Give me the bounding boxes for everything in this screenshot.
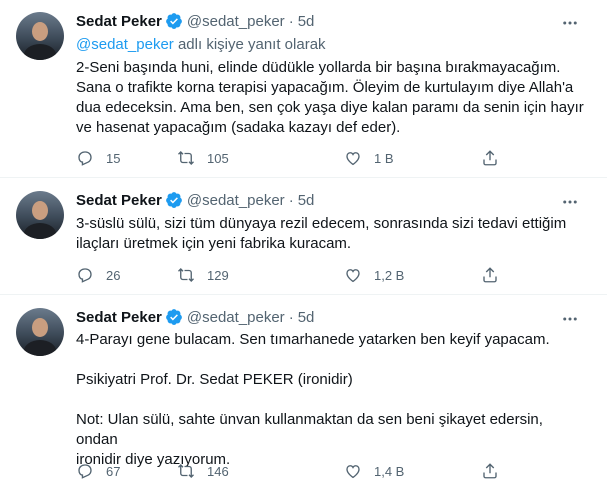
separator-dot: · bbox=[288, 12, 294, 30]
more-options-icon[interactable] bbox=[561, 193, 579, 211]
author-handle[interactable]: @sedat_peker bbox=[187, 309, 285, 326]
tweet-text: 2-Seni başında huni, elinde düdükle yoll… bbox=[76, 58, 586, 138]
separator-dot: · bbox=[288, 191, 294, 209]
share-icon bbox=[483, 267, 497, 283]
verified-badge-icon bbox=[166, 192, 182, 208]
retweet-count: 146 bbox=[207, 463, 229, 479]
tweet-text-line: dua edeceksin. Ama ben, sen çok yaşa diy… bbox=[76, 99, 584, 116]
tweet-text-line: Sana o trafikte korna terapisi yapacağım… bbox=[76, 79, 574, 96]
reply-count: 26 bbox=[106, 267, 121, 283]
reply-icon bbox=[78, 268, 92, 283]
tweet-actions: 67 146 1,4 B bbox=[76, 462, 516, 482]
more-options-icon[interactable] bbox=[561, 310, 579, 328]
heart-icon bbox=[346, 269, 360, 283]
like-count: 1,4 B bbox=[374, 463, 405, 479]
tweet-text-line: ilaçları üretmek için yeni fabrika kurac… bbox=[76, 235, 352, 252]
retweet-icon bbox=[178, 151, 194, 165]
reply-count: 67 bbox=[106, 463, 121, 479]
retweet-button[interactable]: 105 bbox=[177, 149, 229, 167]
author-name[interactable]: Sedat Peker bbox=[76, 309, 162, 326]
tweet-text-line bbox=[76, 350, 586, 370]
retweet-button[interactable]: 129 bbox=[177, 266, 229, 284]
share-button[interactable] bbox=[481, 266, 499, 289]
share-button[interactable] bbox=[481, 149, 499, 172]
share-icon bbox=[483, 150, 497, 166]
retweet-icon bbox=[178, 464, 194, 478]
reply-icon bbox=[78, 464, 92, 479]
author-name[interactable]: Sedat Peker bbox=[76, 13, 162, 30]
verified-badge-icon bbox=[166, 13, 182, 29]
tweet-text: 3-süslü sülü, sizi tüm dünyaya rezil ede… bbox=[76, 214, 586, 254]
like-button[interactable]: 1 B bbox=[344, 149, 394, 167]
like-button[interactable]: 1,4 B bbox=[344, 462, 404, 480]
tweet-header: Sedat Peker @sedat_peker · 5d bbox=[76, 306, 314, 328]
tweet-header: Sedat Peker @sedat_peker · 5d bbox=[76, 189, 314, 211]
reply-mention-link[interactable]: @sedat_peker bbox=[76, 36, 174, 53]
reply-context: @sedat_peker adlı kişiye yanıt olarak bbox=[76, 36, 326, 53]
author-handle[interactable]: @sedat_peker bbox=[187, 192, 285, 209]
tweet-actions: 15 105 1 B bbox=[76, 149, 516, 169]
timestamp[interactable]: 5d bbox=[298, 13, 315, 30]
reply-button[interactable]: 15 bbox=[76, 149, 120, 167]
tweet-text-line: 2-Seni başında huni, elinde düdükle yoll… bbox=[76, 59, 561, 76]
share-button[interactable] bbox=[481, 462, 499, 485]
timestamp[interactable]: 5d bbox=[298, 309, 315, 326]
avatar[interactable] bbox=[16, 308, 64, 356]
share-icon bbox=[483, 463, 497, 479]
tweet-text: 4-Parayı gene bulacam. Sen tımarhanede y… bbox=[76, 330, 586, 470]
retweet-icon bbox=[178, 268, 194, 282]
tweet[interactable]: Sedat Peker @sedat_peker · 5d 3-süslü sü… bbox=[0, 179, 607, 295]
reply-icon bbox=[78, 151, 92, 166]
avatar[interactable] bbox=[16, 12, 64, 60]
reply-button[interactable]: 67 bbox=[76, 462, 120, 480]
tweet-text-line: ve hasenat yapacağım (sadaka kazayı def … bbox=[76, 119, 401, 136]
retweet-count: 105 bbox=[207, 150, 229, 166]
like-button[interactable]: 1,2 B bbox=[344, 266, 404, 284]
reply-count: 15 bbox=[106, 150, 121, 166]
verified-badge-icon bbox=[166, 309, 182, 325]
author-handle[interactable]: @sedat_peker bbox=[187, 13, 285, 30]
reply-button[interactable]: 26 bbox=[76, 266, 120, 284]
more-options-icon[interactable] bbox=[561, 14, 579, 32]
avatar[interactable] bbox=[16, 191, 64, 239]
tweet-text-line bbox=[76, 390, 586, 410]
heart-icon bbox=[346, 465, 360, 479]
like-count: 1 B bbox=[374, 150, 394, 166]
tweet-actions: 26 129 1,2 B bbox=[76, 266, 516, 286]
tweet-text-line: Psikiyatri Prof. Dr. Sedat PEKER (ironid… bbox=[76, 371, 353, 388]
like-count: 1,2 B bbox=[374, 267, 405, 283]
reply-suffix: adlı kişiye yanıt olarak bbox=[173, 36, 326, 53]
timestamp[interactable]: 5d bbox=[298, 192, 315, 209]
tweet-header: Sedat Peker @sedat_peker · 5d bbox=[76, 10, 314, 32]
tweet-text-line: Not: Ulan sülü, sahte ünvan kullanmaktan… bbox=[76, 411, 543, 448]
tweet-text-line: 4-Parayı gene bulacam. Sen tımarhanede y… bbox=[76, 331, 550, 348]
tweet[interactable]: Sedat Peker @sedat_peker · 5d 4-Parayı g… bbox=[0, 296, 607, 492]
tweet-text-line: 3-süslü sülü, sizi tüm dünyaya rezil ede… bbox=[76, 215, 567, 232]
tweet[interactable]: Sedat Peker @sedat_peker · 5d @sedat_pek… bbox=[0, 0, 607, 178]
retweet-count: 129 bbox=[207, 267, 229, 283]
retweet-button[interactable]: 146 bbox=[177, 462, 229, 480]
heart-icon bbox=[346, 152, 360, 166]
author-name[interactable]: Sedat Peker bbox=[76, 192, 162, 209]
separator-dot: · bbox=[288, 308, 294, 326]
